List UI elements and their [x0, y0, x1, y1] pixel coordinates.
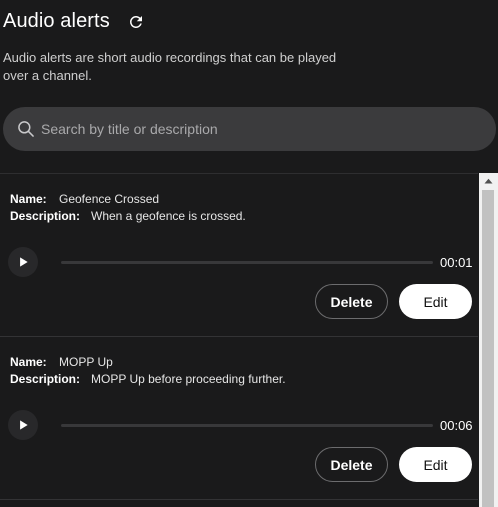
- audio-player: 00:06: [8, 409, 478, 441]
- refresh-icon[interactable]: [126, 12, 146, 32]
- play-icon: [20, 420, 28, 430]
- description-label: Description:: [10, 209, 81, 223]
- scrollbar-thumb[interactable]: [482, 190, 494, 507]
- search-bar[interactable]: [3, 107, 496, 151]
- play-button[interactable]: [8, 410, 38, 440]
- scroll-up-arrow-icon[interactable]: [479, 173, 498, 189]
- edit-button[interactable]: Edit: [399, 447, 472, 482]
- delete-button[interactable]: Delete: [315, 447, 388, 482]
- audio-alert-list: Name: Geofence Crossed Description: When a…: [0, 174, 478, 507]
- delete-button[interactable]: Delete: [315, 284, 388, 319]
- audio-progress-track[interactable]: [61, 424, 433, 427]
- alert-description-row: Description: When a geofence is crossed.: [10, 209, 246, 224]
- name-label: Name:: [10, 355, 47, 369]
- audio-player: 00:01: [8, 246, 478, 278]
- page-title: Audio alerts: [3, 10, 110, 32]
- play-icon: [20, 257, 28, 267]
- alert-description-row: Description: MOPP Up before proceeding fu…: [10, 372, 286, 387]
- alert-name: Geofence Crossed: [59, 192, 160, 206]
- audio-alert-card: Name: MOPP Up Description: MOPP Up before …: [0, 337, 478, 500]
- alert-description: MOPP Up before proceeding further.: [91, 372, 286, 386]
- audio-duration: 00:06: [440, 418, 473, 433]
- audio-progress-track[interactable]: [61, 261, 433, 264]
- audio-alert-card: Name: Geofence Crossed Description: When a…: [0, 174, 478, 337]
- alert-name-row: Name: MOPP Up: [10, 355, 113, 370]
- name-label: Name:: [10, 192, 47, 206]
- page-description: Audio alerts are short audio recordings …: [3, 50, 337, 83]
- header: Audio alerts: [3, 10, 146, 33]
- vertical-scrollbar[interactable]: [479, 173, 498, 507]
- audio-alerts-page: Audio alerts Audio alerts are short audi…: [0, 0, 498, 507]
- search-icon: [16, 119, 36, 139]
- description-label: Description:: [10, 372, 81, 386]
- alert-description: When a geofence is crossed.: [91, 209, 246, 223]
- audio-duration: 00:01: [440, 255, 473, 270]
- search-input[interactable]: [41, 107, 496, 151]
- alert-name-row: Name: Geofence Crossed: [10, 192, 159, 207]
- play-button[interactable]: [8, 247, 38, 277]
- alert-name: MOPP Up: [59, 355, 113, 369]
- edit-button[interactable]: Edit: [399, 284, 472, 319]
